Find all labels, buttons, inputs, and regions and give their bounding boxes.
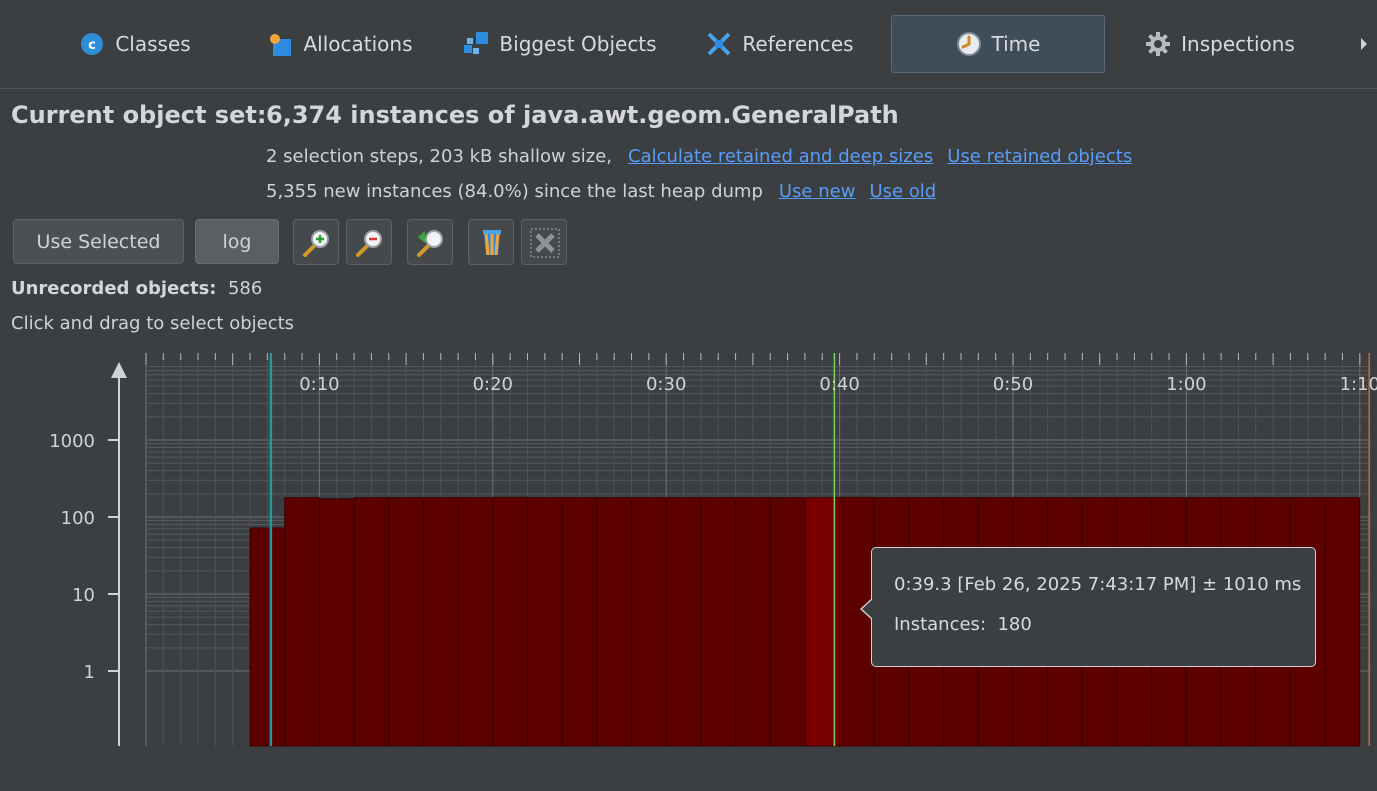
use-new-link[interactable]: Use new [779,181,856,202]
clear-selection-button[interactable] [468,219,514,265]
log-scale-toggle[interactable]: log [195,219,279,264]
histogram-bar [249,527,286,747]
more-tabs-arrow-icon[interactable] [1361,38,1367,50]
tab-label: Time [991,32,1041,56]
tab-label: References [742,32,854,56]
y-tick-label: 10 [72,585,95,606]
x-tick-label: 0:30 [646,374,686,395]
histogram-bar [596,497,633,747]
y-tick-label: 1 [84,662,95,683]
selection-summary: 2 selection steps, 203 kB shallow size, C… [266,146,1132,167]
x-tick-label: 1:00 [1166,374,1206,395]
histogram-bar [284,497,320,747]
unrecorded-objects: Unrecorded objects: 586 [11,278,262,299]
new-instances-text: 5,355 new instances (84.0%) since the la… [266,181,763,202]
references-icon [706,31,732,57]
tooltip-instances: Instances: 180 [894,614,1032,635]
remove-button[interactable] [521,219,567,265]
tooltip-time: 0:39.3 [Feb 26, 2025 7:43:17 PM] ± 1010 … [894,574,1302,595]
use-retained-link[interactable]: Use retained objects [947,146,1132,167]
histogram-bar [631,497,667,747]
histogram-bar [839,496,875,747]
histogram-bar [735,497,771,747]
tab-label: Allocations [303,32,413,56]
histogram-bar [700,497,737,747]
selection-summary-text: 2 selection steps, 203 kB shallow size, [266,146,613,167]
zoom-in-button[interactable] [293,219,339,265]
tab-classes[interactable]: c Classes [40,15,230,73]
unrecorded-objects-label: Unrecorded objects: [11,278,217,299]
zoom-in-icon [303,230,329,257]
remove-icon [530,228,560,258]
histogram-bar [422,497,459,747]
histogram-bar [353,497,390,747]
tab-biggest-objects[interactable]: Biggest Objects [450,15,670,73]
tab-allocations[interactable]: Allocations [250,15,430,73]
current-object-set-value: 6,374 instances of java.awt.geom.General… [266,101,899,129]
tab-label: Inspections [1181,32,1295,56]
histogram-bar [665,497,702,747]
calculate-retained-link[interactable]: Calculate retained and deep sizes [628,146,933,167]
histogram-bar [769,497,806,747]
use-old-link[interactable]: Use old [869,181,936,202]
tooltip-instances-label: Instances: [894,614,987,635]
svg-text:c: c [88,38,96,53]
gear-icon [1145,31,1171,57]
zoom-out-button[interactable] [346,219,392,265]
x-tick-label: 0:50 [993,374,1033,395]
y-tick-label: 100 [61,508,95,529]
classes-icon: c [79,31,105,57]
use-selected-button[interactable]: Use Selected [13,219,184,264]
tooltip-pointer-fill [862,599,873,619]
clear-selection-icon [483,230,501,256]
zoom-out-icon [356,230,382,257]
x-tick-label: 1:10 [1340,374,1377,395]
bar-tooltip: 0:39.3 [Feb 26, 2025 7:43:17 PM] ± 1010 … [860,547,1316,667]
tab-inspections[interactable]: Inspections [1125,15,1315,73]
x-tick-label: 0:40 [819,374,859,395]
y-tick-label: 1000 [49,431,95,452]
x-tick-label: 0:10 [299,374,339,395]
unrecorded-objects-value: 586 [227,278,263,299]
histogram-bar [457,497,494,747]
tab-label: Biggest Objects [499,32,657,56]
histogram-bar [1324,497,1361,747]
zoom-reset-icon [417,230,443,257]
clock-icon [956,31,982,57]
tab-references[interactable]: References [690,15,870,73]
histogram-bar [561,497,598,747]
y-axis-arrow-icon [111,362,127,378]
x-tick-label: 0:20 [473,374,513,395]
biggest-objects-icon [463,31,489,57]
histogram-bar [526,497,563,747]
view-tabs: c Classes Allocations Biggest Objects Re… [0,0,1377,89]
current-object-set-label: Current object set: [11,101,267,129]
tab-time[interactable]: Time [891,15,1105,73]
new-instances-summary: 5,355 new instances (84.0%) since the la… [266,181,936,202]
zoom-reset-button[interactable] [407,219,453,265]
allocations-icon [267,31,293,57]
histogram-bar [388,497,424,747]
histogram-bar [318,498,355,747]
histogram-bar [492,496,528,747]
tooltip-instances-value: 180 [997,614,1032,635]
tab-label: Classes [115,32,191,56]
drag-hint: Click and drag to select objects [11,313,295,334]
